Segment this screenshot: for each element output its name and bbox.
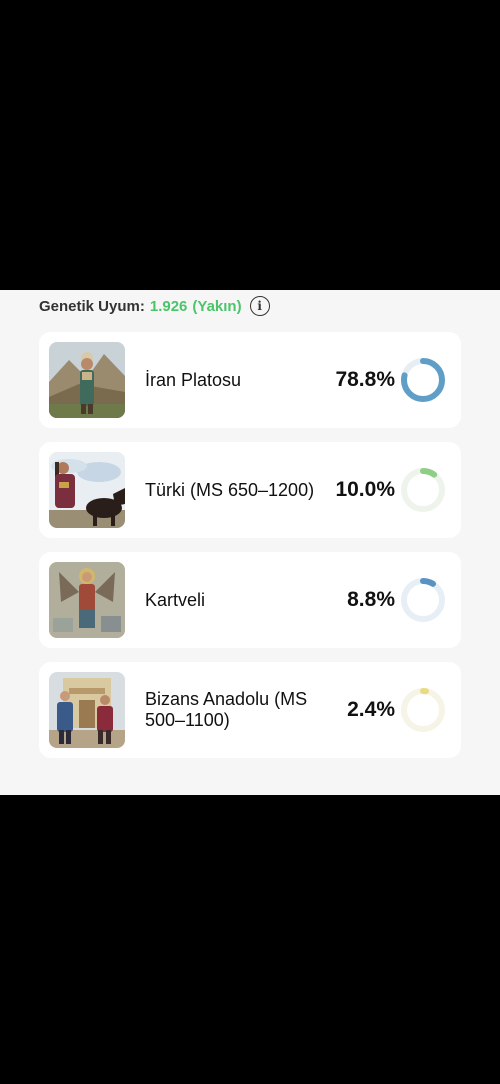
percent-ring [401, 358, 445, 402]
population-image [49, 452, 125, 528]
genetic-fit-score: 1.926 [149, 297, 188, 315]
population-name: İran Platosu [145, 369, 242, 390]
population-name: Kartveli [145, 589, 206, 610]
population-name: Türki (MS 650–1200) [145, 479, 315, 500]
percent-ring [401, 688, 445, 732]
percent-ring [401, 578, 445, 622]
population-image [49, 672, 125, 748]
population-name: Bizans Anadolu (MS 500–1100) [145, 689, 308, 730]
population-percent: 10.0% [335, 478, 395, 501]
percent-ring [401, 468, 445, 512]
genetic-fit-label: Genetik Uyum: [39, 297, 145, 315]
population-card[interactable]: Kartveli 8.8% [39, 552, 461, 648]
top-black-area [0, 0, 500, 290]
population-card[interactable]: Türki (MS 650–1200) 10.0% [39, 442, 461, 538]
population-percent: 8.8% [347, 588, 395, 611]
info-icon[interactable]: i [249, 296, 270, 316]
population-image [49, 342, 125, 418]
population-card[interactable]: Bizans Anadolu (MS 500–1100) 2.4% [39, 662, 461, 758]
genetic-fit-verdict: (Yakın) [192, 297, 242, 315]
population-percent: 2.4% [347, 698, 395, 721]
population-image [49, 562, 125, 638]
ancestry-panel: Genetik Uyum: 1.926 (Yakın) i İran Plato… [0, 290, 500, 795]
population-percent: 78.8% [335, 368, 395, 391]
population-card[interactable]: İran Platosu 78.8% [39, 332, 461, 428]
bottom-black-area [0, 795, 500, 1084]
genetic-fit-header: Genetik Uyum: 1.926 (Yakın) i [39, 296, 270, 316]
